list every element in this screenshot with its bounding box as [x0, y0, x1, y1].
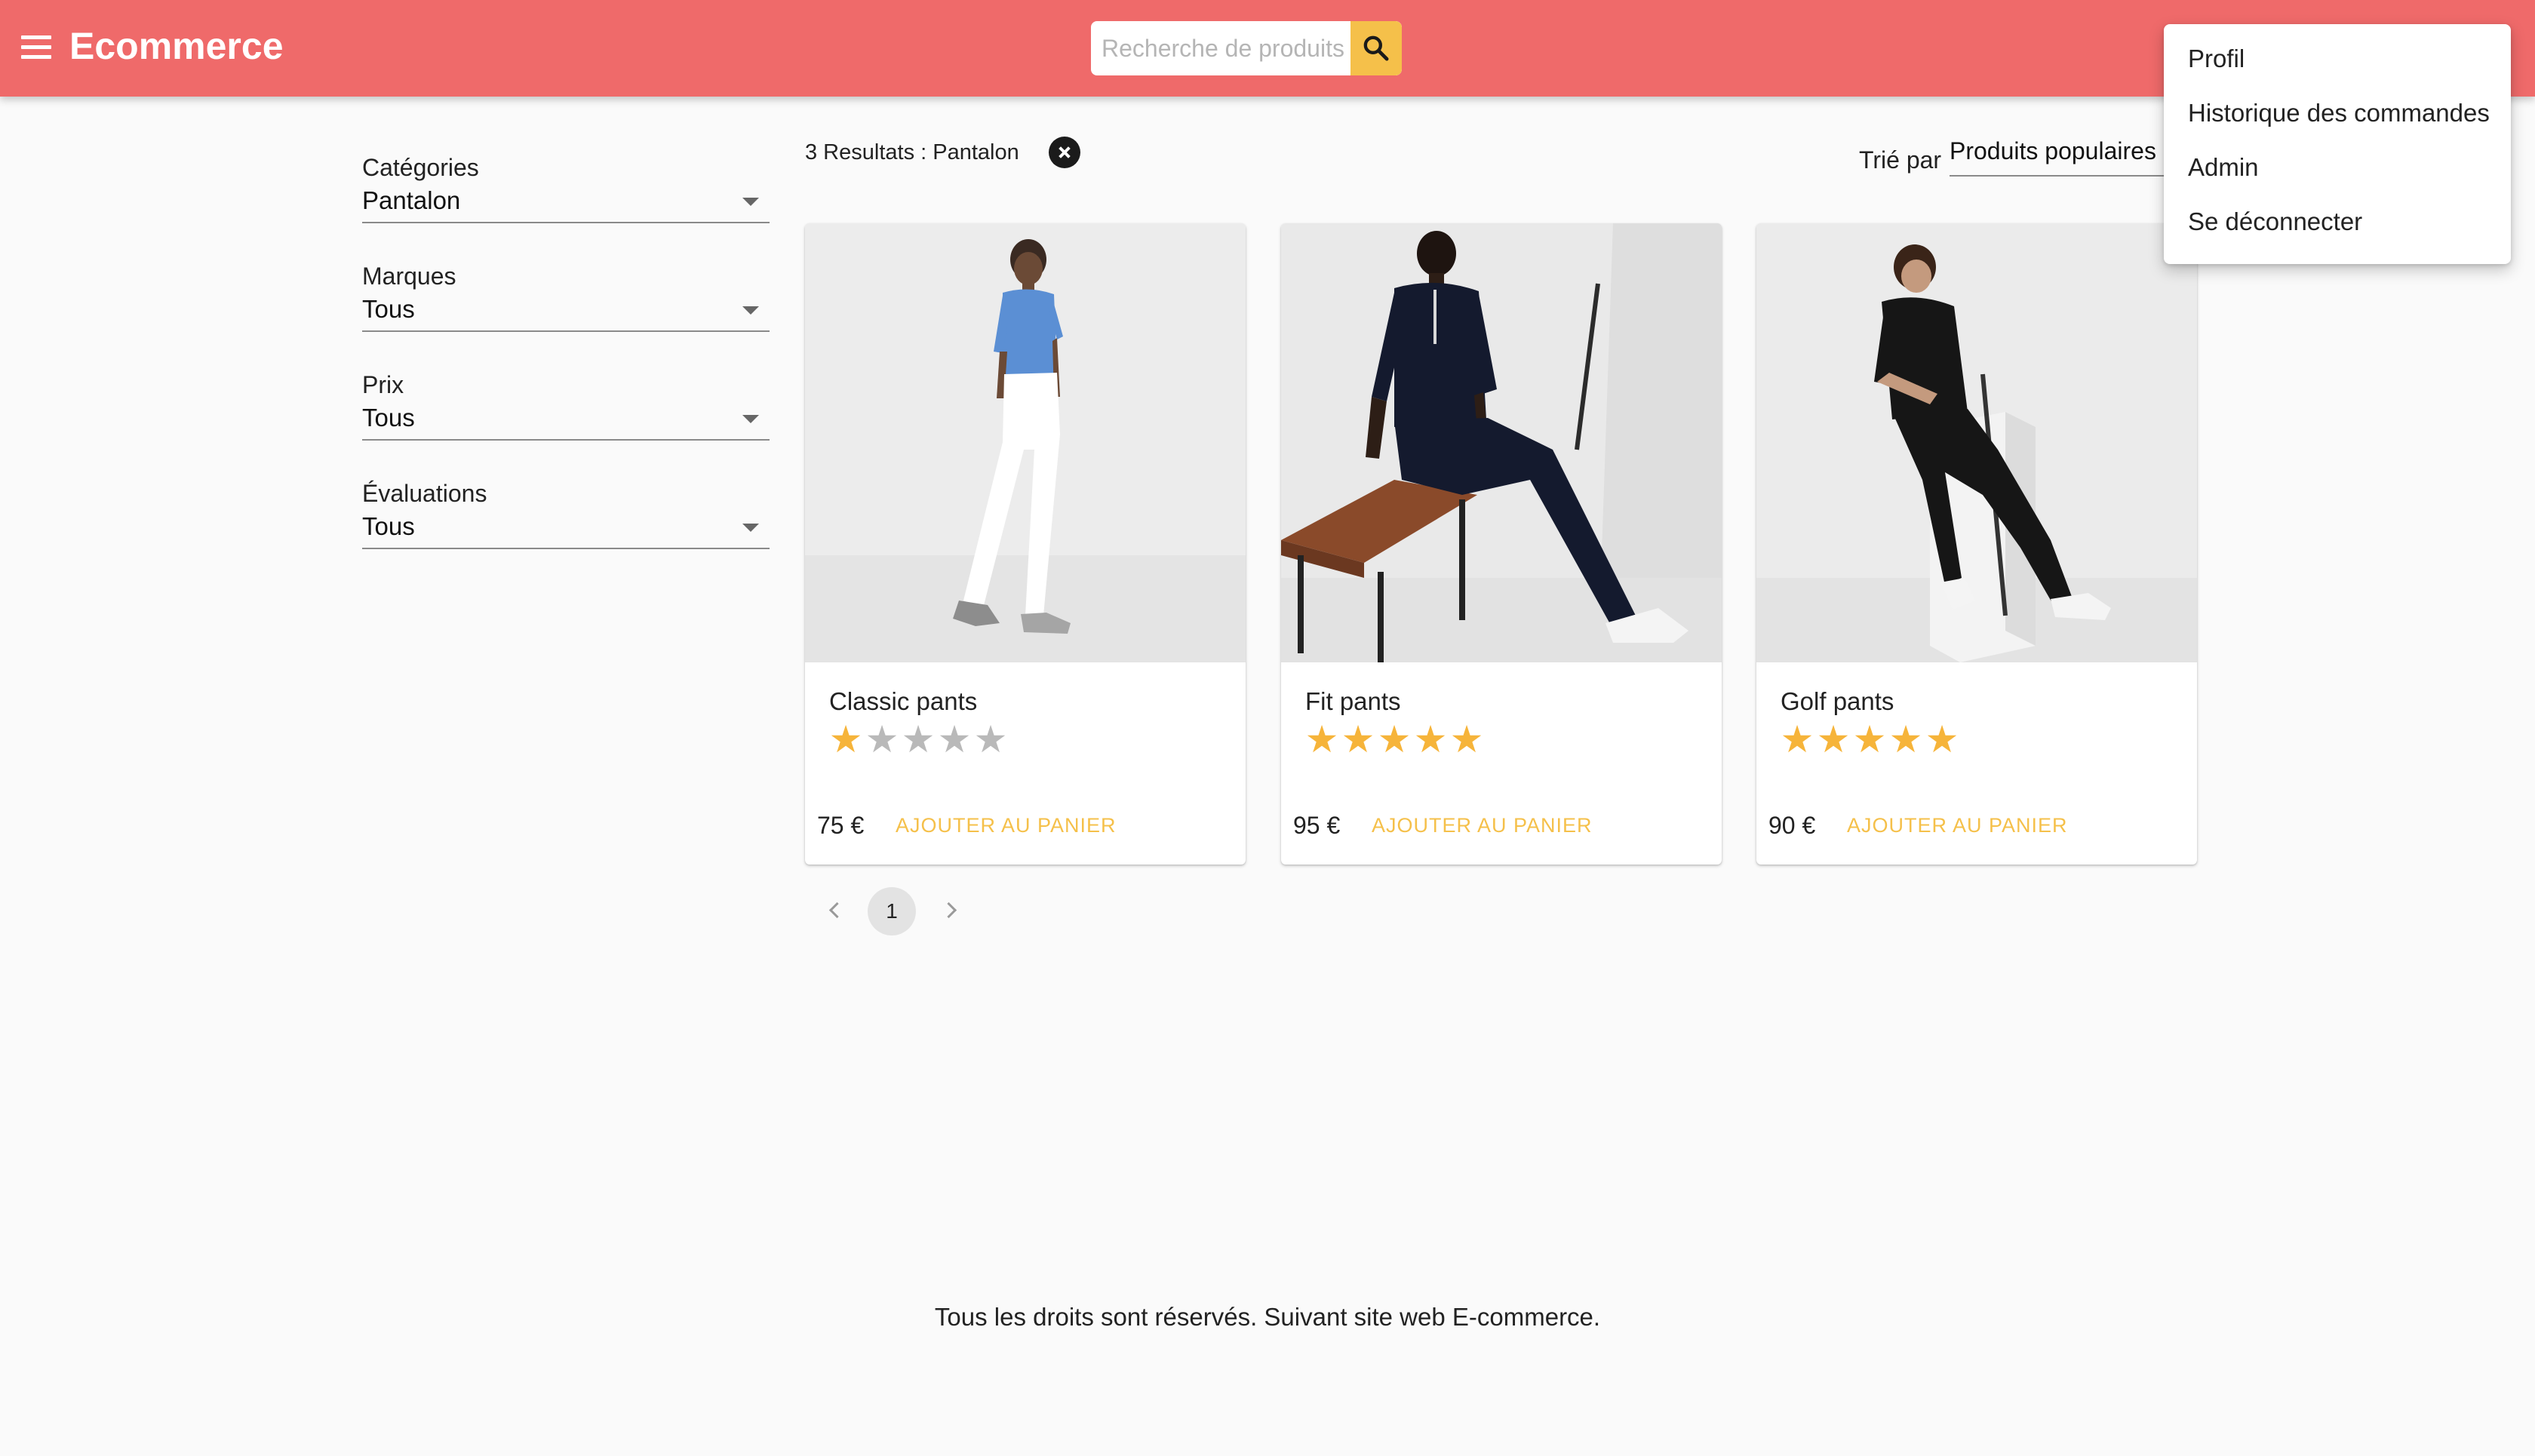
model-white-pants-photo	[805, 223, 1246, 662]
sort-label: Trié par	[1859, 146, 1942, 174]
product-card: Golf pants ★★★★★ 90 € AJOUTER AU PANIER	[1756, 223, 2197, 865]
brands-select[interactable]: Tous	[362, 291, 770, 332]
star-filled-icon: ★	[1449, 718, 1484, 760]
filter-value: Tous	[362, 512, 415, 540]
model-navy-pants-photo	[1281, 223, 1722, 662]
star-filled-icon: ★	[1413, 718, 1448, 760]
add-to-cart-button[interactable]: AJOUTER AU PANIER	[1366, 806, 1599, 845]
star-filled-icon: ★	[1304, 718, 1339, 760]
product-card: Classic pants ★★★★★ 75 € AJOUTER AU PANI…	[805, 223, 1246, 865]
star-filled-icon: ★	[1780, 718, 1814, 760]
star-filled-icon: ★	[1888, 718, 1923, 760]
star-filled-icon: ★	[1925, 718, 1959, 760]
clear-filters-icon[interactable]	[1049, 137, 1080, 168]
product-title[interactable]: Fit pants	[1305, 687, 1401, 717]
star-empty-icon: ★	[937, 718, 972, 760]
product-title[interactable]: Golf pants	[1781, 687, 1894, 717]
caret-down-icon	[742, 415, 759, 423]
add-to-cart-button[interactable]: AJOUTER AU PANIER	[1841, 806, 2074, 845]
menu-item-order-history[interactable]: Historique des commandes	[2164, 86, 2511, 140]
star-empty-icon: ★	[973, 718, 1008, 760]
app-header: Ecommerce	[0, 0, 2535, 97]
caret-down-icon	[742, 524, 759, 532]
search-button[interactable]	[1350, 21, 1402, 75]
filter-brands: Marques Tous	[362, 261, 770, 332]
menu-item-admin[interactable]: Admin	[2164, 140, 2511, 195]
product-title[interactable]: Classic pants	[829, 687, 977, 717]
results-summary: 3 Resultats : Pantalon	[805, 140, 1019, 164]
product-card: Fit pants ★★★★★ 95 € AJOUTER AU PANIER	[1281, 223, 1722, 865]
caret-down-icon	[742, 198, 759, 206]
filter-ratings: Évaluations Tous	[362, 478, 770, 549]
ratings-select[interactable]: Tous	[362, 508, 770, 549]
filter-value: Tous	[362, 404, 415, 432]
sort-select[interactable]: Produits populaires	[1950, 133, 2176, 177]
search-icon	[1363, 35, 1389, 61]
filter-categories: Catégories Pantalon	[362, 152, 770, 223]
price-select[interactable]: Tous	[362, 400, 770, 441]
search-bar	[1091, 21, 1402, 75]
star-empty-icon: ★	[865, 718, 899, 760]
hamburger-menu-icon[interactable]	[21, 35, 51, 60]
star-filled-icon: ★	[1816, 718, 1851, 760]
filter-value: Tous	[362, 295, 415, 323]
model-black-golf-pants-photo	[1756, 223, 2197, 662]
next-page-icon[interactable]	[936, 895, 966, 925]
previous-page-icon[interactable]	[819, 895, 850, 925]
page-button[interactable]: 1	[868, 887, 916, 935]
add-to-cart-button[interactable]: AJOUTER AU PANIER	[890, 806, 1123, 845]
filter-label: Évaluations	[362, 480, 487, 507]
product-price: 75 €	[817, 812, 865, 839]
star-filled-icon: ★	[1377, 718, 1412, 760]
rating-stars: ★★★★★	[1304, 718, 1485, 760]
product-image[interactable]	[1756, 223, 2197, 662]
filter-value: Pantalon	[362, 186, 461, 214]
caret-down-icon	[742, 306, 759, 315]
rating-stars: ★★★★★	[1779, 718, 1960, 760]
search-input[interactable]	[1091, 21, 1347, 75]
product-price: 90 €	[1768, 812, 1816, 839]
rating-stars: ★★★★★	[828, 718, 1009, 760]
star-filled-icon: ★	[828, 718, 863, 760]
filter-price: Prix Tous	[362, 370, 770, 441]
sort-value: Produits populaires	[1950, 137, 2156, 164]
filter-label: Prix	[362, 371, 404, 398]
filter-label: Catégories	[362, 154, 479, 181]
product-price: 95 €	[1293, 812, 1341, 839]
filter-label: Marques	[362, 263, 456, 290]
product-image[interactable]	[1281, 223, 1722, 662]
star-filled-icon: ★	[1852, 718, 1887, 760]
app-title[interactable]: Ecommerce	[69, 21, 284, 71]
star-filled-icon: ★	[1341, 718, 1375, 760]
menu-item-profile[interactable]: Profil	[2164, 32, 2511, 86]
product-image[interactable]	[805, 223, 1246, 662]
star-empty-icon: ★	[901, 718, 936, 760]
user-dropdown-menu: Profil Historique des commandes Admin Se…	[2164, 24, 2511, 264]
footer-text: Tous les droits sont réservés. Suivant s…	[934, 1303, 1601, 1331]
menu-item-logout[interactable]: Se déconnecter	[2164, 195, 2511, 249]
categories-select[interactable]: Pantalon	[362, 183, 770, 223]
